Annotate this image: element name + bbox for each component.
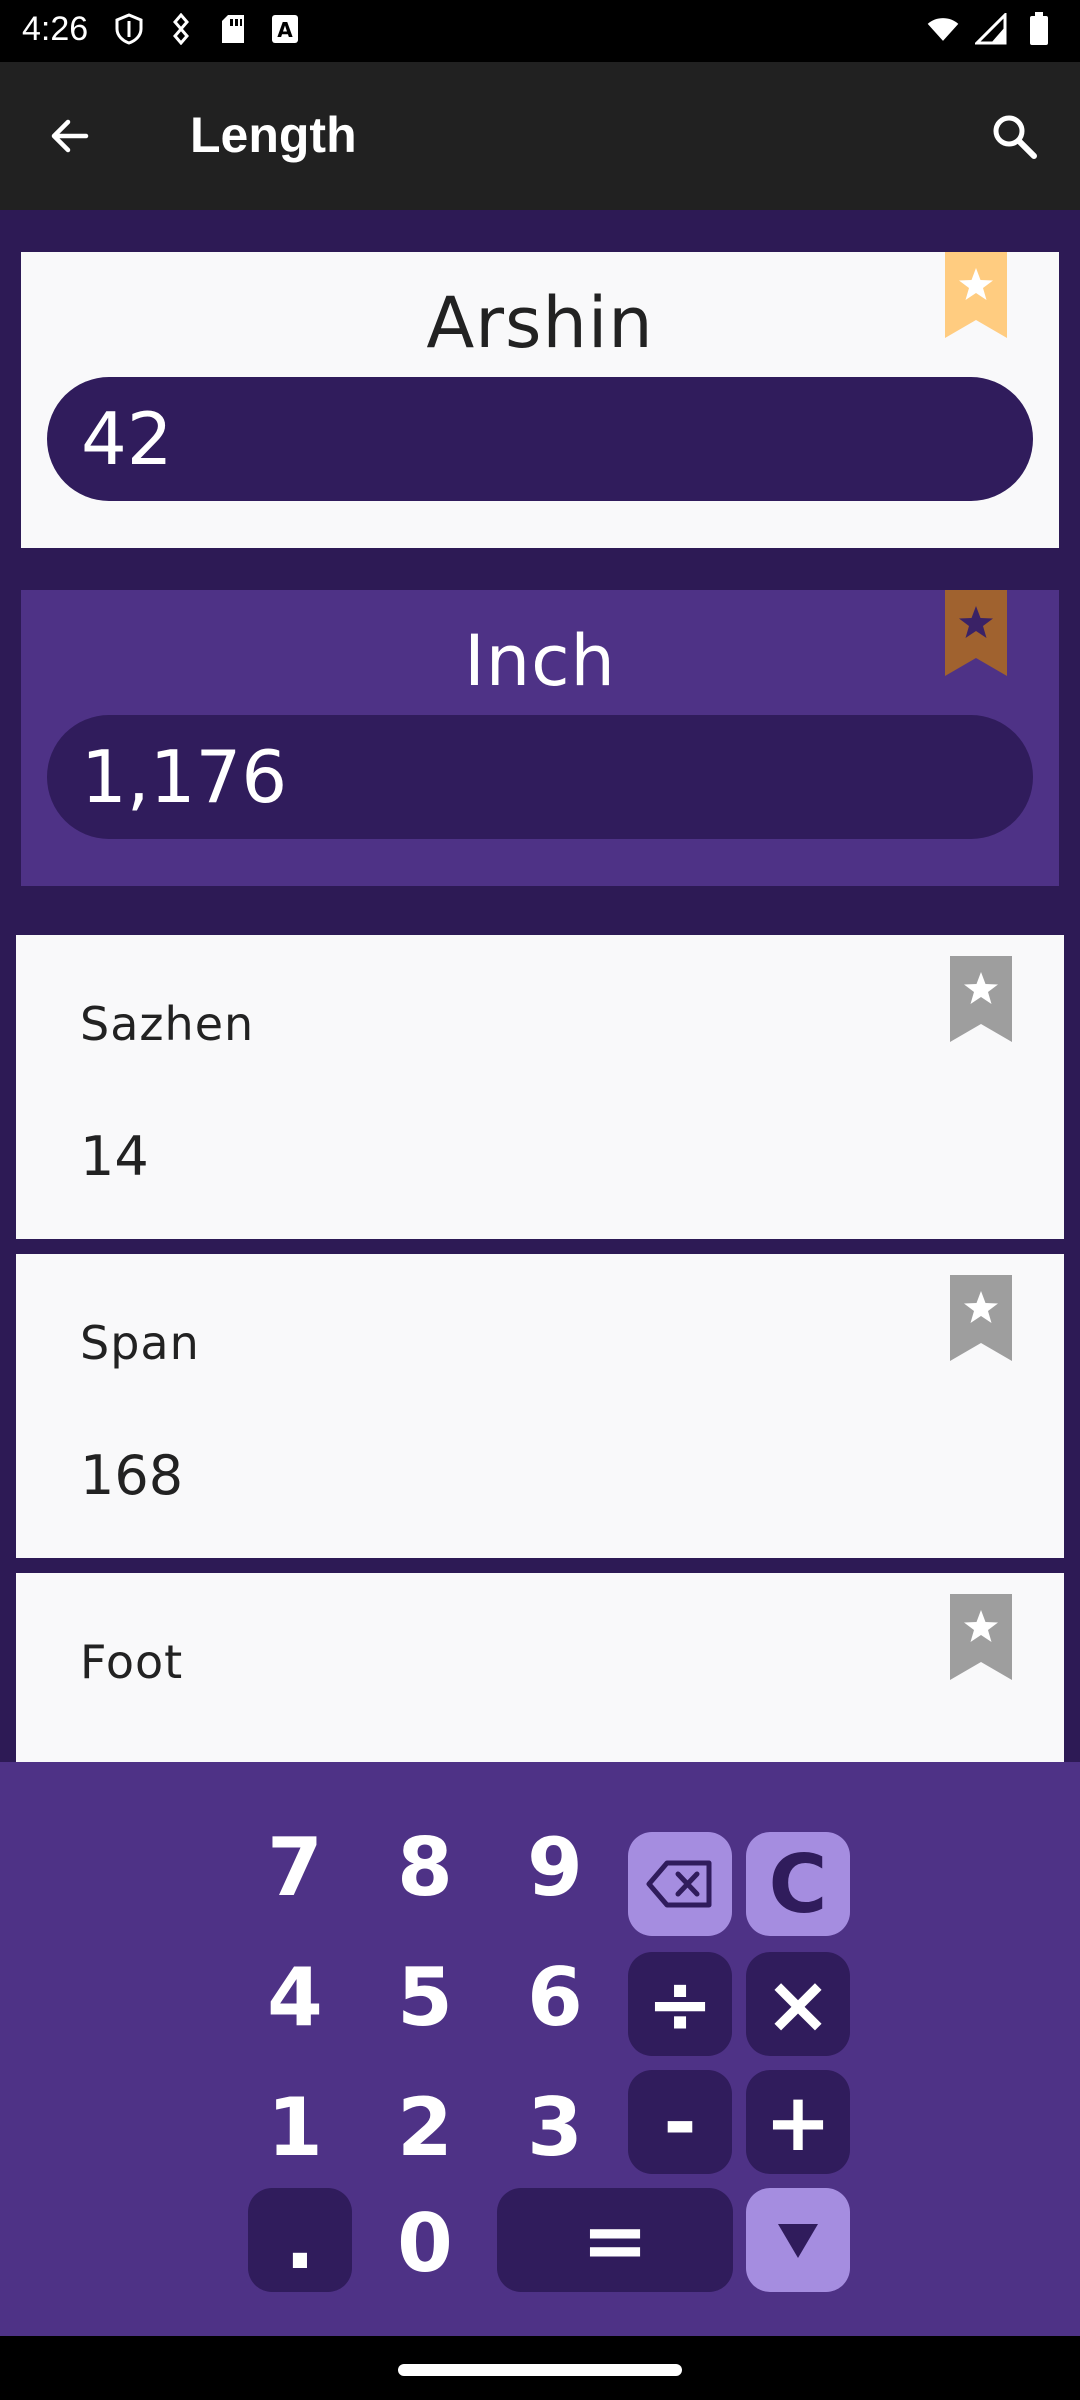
wifi-icon — [926, 12, 960, 46]
arrow-left-icon — [51, 119, 89, 153]
collapse-keypad-button[interactable] — [746, 2188, 850, 2292]
status-notification-icons: A — [112, 12, 302, 46]
home-gesture-handle[interactable] — [398, 2364, 682, 2376]
to-value-output[interactable]: 1,176 — [47, 715, 1033, 839]
keypad: 7 8 9 C 4 5 6 ÷ × 1 2 3 - + . 0 = — [0, 1762, 1080, 2336]
page-title: Length — [190, 107, 357, 163]
unit-name: Foot — [80, 1635, 184, 1689]
clear-button[interactable]: C — [746, 1832, 850, 1936]
to-unit-name[interactable]: Inch — [21, 620, 1059, 702]
back-button[interactable] — [40, 106, 100, 166]
from-unit-card[interactable]: Arshin 42 — [21, 252, 1059, 548]
unit-value: 168 — [80, 1444, 184, 1507]
svg-text:A: A — [277, 18, 293, 42]
backspace-button[interactable] — [628, 1832, 732, 1936]
key-9[interactable]: 9 — [500, 1812, 610, 1922]
bookmark-star-icon[interactable] — [945, 590, 1007, 676]
app-bar: Length — [0, 62, 1080, 210]
equals-button[interactable]: = — [497, 2188, 733, 2292]
bookmark-star-icon[interactable] — [950, 1275, 1012, 1361]
multiply-button[interactable]: × — [746, 1952, 850, 2056]
signal-icon — [974, 12, 1008, 46]
unit-value: 14 — [80, 1125, 149, 1188]
key-6[interactable]: 6 — [500, 1942, 610, 2052]
unit-name: Span — [80, 1316, 200, 1370]
sd-card-icon — [216, 12, 250, 46]
bookmark-star-icon[interactable] — [945, 252, 1007, 338]
to-unit-card[interactable]: Inch 1,176 — [21, 590, 1059, 886]
decimal-button[interactable]: . — [248, 2188, 352, 2292]
shield-icon — [112, 12, 146, 46]
key-3[interactable]: 3 — [500, 2072, 610, 2182]
from-unit-name[interactable]: Arshin — [21, 282, 1059, 364]
search-button[interactable] — [984, 106, 1044, 166]
minus-button[interactable]: - — [628, 2070, 732, 2174]
from-value-input[interactable]: 42 — [47, 377, 1033, 501]
battery-icon — [1022, 12, 1056, 46]
font-a-icon: A — [268, 12, 302, 46]
plus-button[interactable]: + — [746, 2070, 850, 2174]
bookmark-star-icon[interactable] — [950, 956, 1012, 1042]
key-7[interactable]: 7 — [240, 1812, 350, 1922]
bookmark-star-icon[interactable] — [950, 1594, 1012, 1680]
search-icon — [993, 115, 1037, 159]
triangle-down-icon — [778, 2224, 818, 2258]
unit-name: Sazhen — [80, 997, 255, 1051]
usb-debug-icon — [164, 12, 198, 46]
key-0[interactable]: 0 — [370, 2188, 480, 2298]
key-4[interactable]: 4 — [240, 1942, 350, 2052]
status-bar: 4:26 A — [0, 0, 1080, 62]
key-5[interactable]: 5 — [370, 1942, 480, 2052]
key-8[interactable]: 8 — [370, 1812, 480, 1922]
backspace-icon — [646, 1860, 712, 1908]
list-item[interactable]: Sazhen 14 — [16, 935, 1064, 1239]
key-1[interactable]: 1 — [240, 2072, 350, 2182]
divide-button[interactable]: ÷ — [628, 1952, 732, 2056]
navigation-bar — [0, 2336, 1080, 2400]
status-time: 4:26 — [22, 10, 89, 48]
status-system-icons — [926, 12, 1056, 46]
key-2[interactable]: 2 — [370, 2072, 480, 2182]
list-item[interactable]: Span 168 — [16, 1254, 1064, 1558]
